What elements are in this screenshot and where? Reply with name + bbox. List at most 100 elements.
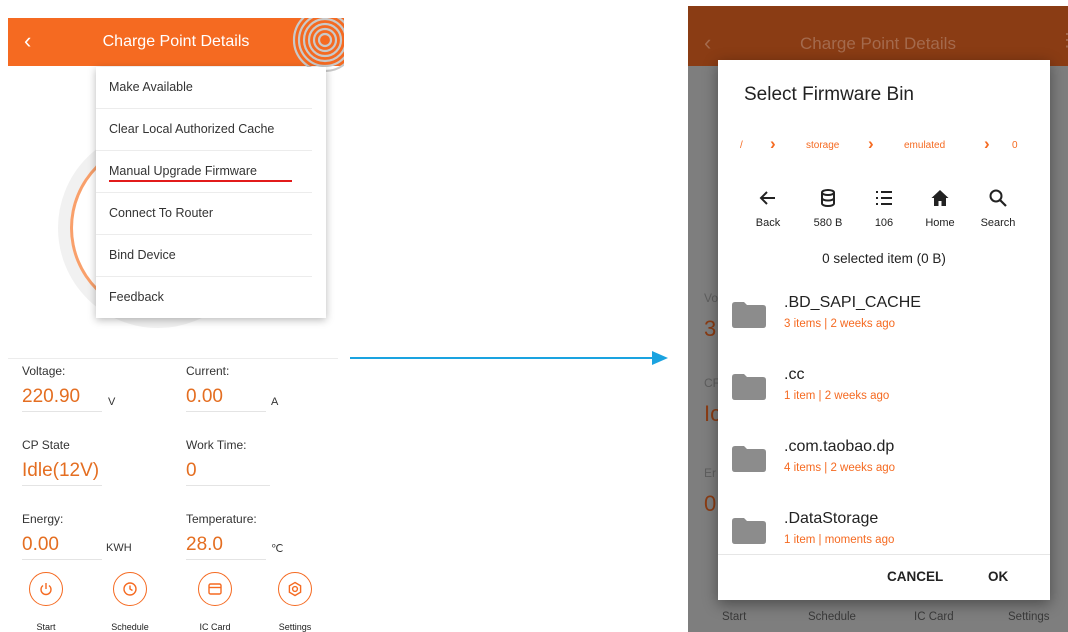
bg-voltage-label: Vo: [704, 291, 719, 305]
voltage-unit: V: [108, 396, 116, 408]
home-icon: [931, 190, 949, 206]
folder-name: .BD_SAPI_CACHE: [784, 294, 921, 311]
bg-energy-label: Er: [704, 466, 716, 480]
voltage-value: 220.90: [22, 386, 81, 407]
temperature-unit: ℃: [271, 543, 284, 555]
app-bar-dimmed: ‹ Charge Point Details ⋮: [688, 6, 1068, 66]
toolbar-storage[interactable]: 580 B: [798, 188, 858, 229]
folder-meta: 1 item | 2 weeks ago: [784, 390, 890, 402]
folder-name: .cc: [784, 366, 805, 383]
chevron-right-icon: ›: [984, 134, 990, 153]
menu-item-bind-device[interactable]: Bind Device: [96, 235, 312, 277]
cancel-button[interactable]: CANCEL: [887, 569, 943, 584]
work-time-value: 0: [186, 460, 197, 481]
toolbar-back[interactable]: Back: [738, 188, 798, 229]
divider: [8, 358, 338, 359]
cp-state-underline: [22, 485, 102, 486]
folder-icon: [732, 518, 766, 544]
toolbar-list-label: 106: [874, 217, 894, 229]
menu-item-clear-cache[interactable]: Clear Local Authorized Cache: [96, 109, 312, 151]
toolbar-search-label: Search: [980, 217, 1016, 229]
clock-icon: [113, 572, 147, 606]
bg-energy-value: 0: [704, 491, 717, 516]
chevron-right-icon: ›: [770, 134, 776, 153]
voltage-underline: [22, 411, 102, 412]
energy-underline: [22, 559, 102, 560]
chevron-right-icon: ›: [868, 134, 874, 153]
search-icon: [989, 189, 1007, 207]
bg-nav-schedule: Schedule: [808, 611, 856, 623]
more-vert-icon: ⋮: [1058, 30, 1068, 50]
nav-ic-card-label: IC Card: [199, 622, 231, 632]
work-time-label: Work Time:: [186, 438, 247, 452]
ok-button[interactable]: OK: [988, 569, 1008, 584]
card-icon: [198, 572, 232, 606]
breadcrumb-emulated[interactable]: emulated: [904, 140, 945, 151]
dialog-title: Select Firmware Bin: [744, 84, 914, 105]
database-icon: [821, 189, 835, 207]
folder-icon: [732, 302, 766, 328]
energy-value: 0.00: [22, 534, 59, 555]
menu-item-upgrade-firmware[interactable]: Manual Upgrade Firmware: [96, 151, 312, 193]
folder-meta: 4 items | 2 weeks ago: [784, 462, 896, 474]
nav-start-label: Start: [36, 622, 56, 632]
cp-state-value: Idle(12V): [22, 460, 100, 481]
dialog-footer: CANCEL OK: [718, 554, 1050, 600]
folder-name: .com.taobao.dp: [784, 438, 895, 455]
bg-nav-settings: Settings: [1008, 611, 1050, 623]
work-time-underline: [186, 485, 270, 486]
selection-summary: 0 selected item (0 B): [822, 251, 946, 266]
current-underline: [186, 411, 266, 412]
nav-settings-label: Settings: [278, 622, 312, 632]
left-phone-screen: ‹ Charge Point Details Make Available Cl…: [8, 18, 344, 632]
energy-label: Energy:: [22, 512, 64, 526]
folder-icon: [732, 446, 766, 472]
cp-state-label: CP State: [22, 438, 70, 452]
folder-meta: 3 items | 2 weeks ago: [784, 318, 896, 330]
nav-start[interactable]: [29, 572, 63, 606]
right-phone-screen: ‹ Charge Point Details ⋮ Vo 3 CF Ic Er 0…: [688, 6, 1068, 632]
list-item[interactable]: .cc 1 item | 2 weeks ago: [718, 360, 1050, 430]
list-item[interactable]: .com.taobao.dp 4 items | 2 weeks ago: [718, 432, 1050, 502]
temperature-value: 28.0: [186, 534, 223, 555]
menu-item-feedback[interactable]: Feedback: [96, 277, 312, 318]
energy-unit: KWH: [106, 542, 132, 554]
page-title: Charge Point Details: [800, 34, 956, 53]
gear-icon: [278, 572, 312, 606]
toolbar-search[interactable]: Search: [968, 188, 1028, 229]
bg-nav-ic-card: IC Card: [914, 611, 954, 623]
power-icon: [29, 572, 63, 606]
menu-item-connect-router[interactable]: Connect To Router: [96, 193, 312, 235]
temperature-label: Temperature:: [186, 512, 257, 526]
bg-voltage-value: 3: [704, 316, 717, 341]
toolbar-home[interactable]: Home: [910, 188, 970, 229]
transition-arrow-icon: [350, 351, 668, 365]
toolbar-list[interactable]: 106: [854, 188, 914, 229]
toolbar-home-label: Home: [925, 217, 955, 229]
bg-nav-start: Start: [722, 611, 747, 623]
list-icon: [876, 191, 892, 205]
current-value: 0.00: [186, 386, 223, 407]
nav-schedule-label: Schedule: [111, 622, 149, 632]
folder-meta: 1 item | moments ago: [784, 534, 895, 546]
toolbar-storage-label: 580 B: [813, 217, 843, 229]
toolbar-back-label: Back: [755, 217, 781, 229]
list-item[interactable]: .BD_SAPI_CACHE 3 items | 2 weeks ago: [718, 288, 1050, 358]
select-firmware-dialog: Select Firmware Bin / › storage › emulat…: [718, 60, 1050, 600]
menu-item-make-available[interactable]: Make Available: [96, 67, 312, 109]
overflow-menu: Make Available Clear Local Authorized Ca…: [96, 67, 326, 318]
voltage-label: Voltage:: [22, 364, 66, 378]
breadcrumb-root[interactable]: /: [740, 140, 743, 151]
current-unit: A: [271, 396, 279, 408]
nav-schedule[interactable]: [113, 572, 147, 606]
highlight-underline: [109, 180, 292, 182]
temperature-underline: [186, 559, 266, 560]
nav-settings[interactable]: [278, 572, 312, 606]
arrow-left-icon: [759, 191, 775, 205]
folder-icon: [732, 374, 766, 400]
breadcrumb-storage[interactable]: storage: [806, 140, 839, 151]
breadcrumb-zero[interactable]: 0: [1012, 140, 1018, 151]
nav-ic-card[interactable]: [198, 572, 232, 606]
current-label: Current:: [186, 364, 230, 378]
folder-name: .DataStorage: [784, 510, 879, 527]
